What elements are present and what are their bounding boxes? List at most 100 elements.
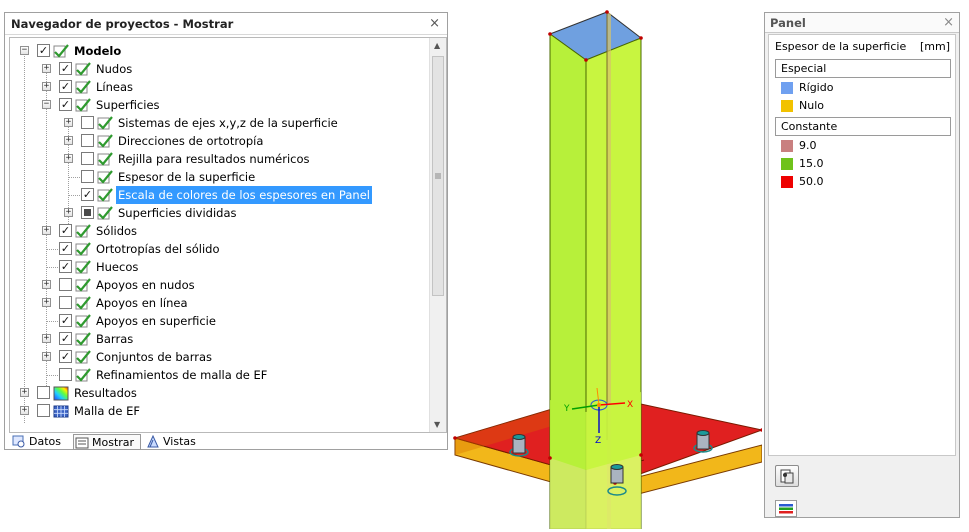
checkbox-checked[interactable]: ✓ [59, 242, 72, 255]
column-below-left [550, 458, 586, 529]
checkbox-checked[interactable]: ✓ [59, 332, 72, 345]
expand-icon[interactable]: + [42, 352, 51, 361]
checkbox-unchecked[interactable] [59, 368, 72, 381]
tree-connector [46, 249, 58, 250]
panel-window: Panel × Espesor de la superficie [mm] Es… [764, 12, 960, 518]
grid-icon [97, 152, 113, 166]
scroll-thumb[interactable] [432, 56, 444, 296]
tab-vistas[interactable]: Vistas [145, 434, 205, 450]
expand-icon[interactable]: + [42, 280, 51, 289]
views-tab-icon [147, 435, 159, 448]
axis-z-label: Z [595, 436, 601, 446]
tree-item-label: Ortotropías del sólido [96, 242, 220, 256]
legend-swatch [781, 176, 793, 188]
checkbox-checked[interactable]: ✓ [59, 224, 72, 237]
navigator-close-icon[interactable]: × [429, 16, 440, 31]
panel-titlebar: Panel × [765, 13, 959, 33]
tree-item-label: Espesor de la superficie [118, 170, 256, 184]
divided-surfaces-icon [97, 206, 113, 220]
checkbox-unchecked[interactable] [59, 296, 72, 309]
legend-label: 50.0 [799, 175, 824, 188]
tab-mostrar[interactable]: Mostrar [73, 434, 141, 450]
surface-support [509, 434, 529, 457]
legend-label: Rígido [799, 81, 834, 94]
tree-item-label: Superficies [96, 98, 160, 112]
expand-icon[interactable]: + [42, 226, 51, 235]
member-sets-icon [75, 350, 91, 364]
tab-datos[interactable]: Datos [11, 434, 69, 450]
members-icon [75, 332, 91, 346]
legend-label: Nulo [799, 99, 824, 112]
checkbox-checked[interactable]: ✓ [37, 44, 50, 57]
checkbox-checked[interactable]: ✓ [59, 80, 72, 93]
color-scale-tab-icon [779, 504, 793, 514]
checkbox-checked[interactable]: ✓ [59, 260, 72, 273]
results-icon [53, 386, 69, 401]
scroll-down-icon[interactable]: ▼ [434, 420, 440, 429]
tree-item-label: Sistemas de ejes x,y,z de la superficie [118, 116, 338, 130]
nodes-icon [75, 62, 91, 76]
line-supports-icon [75, 296, 91, 310]
openings-icon [75, 260, 91, 274]
panel-heading: Espesor de la superficie [775, 40, 907, 53]
mesh-icon [53, 405, 69, 418]
expand-icon[interactable]: + [64, 154, 73, 163]
legend-label: 9.0 [799, 139, 817, 152]
navigator-title: Navegador de proyectos - Mostrar [11, 17, 234, 31]
expand-icon[interactable]: + [42, 82, 51, 91]
tree-item-label: Malla de EF [74, 404, 140, 418]
navigator-scrollbar[interactable]: ▲ ▼ [429, 38, 446, 432]
surface-support [693, 430, 713, 453]
panel-unit: [mm] [919, 40, 950, 53]
model-3d-view[interactable]: X Y Z [449, 0, 764, 530]
collapse-icon[interactable]: − [20, 46, 29, 55]
expand-icon[interactable]: + [64, 208, 73, 217]
axis-x-label: X [627, 400, 633, 410]
checkbox-unchecked[interactable] [37, 404, 50, 417]
tree-item-label: Refinamientos de malla de EF [96, 368, 268, 382]
checkbox-checked[interactable]: ✓ [81, 188, 94, 201]
tree-connector [46, 321, 58, 322]
legend-label: 15.0 [799, 157, 824, 170]
legend-group-especial: Especial [775, 59, 951, 78]
tree-item-label: Apoyos en nudos [96, 278, 195, 292]
checkbox-unchecked[interactable] [59, 278, 72, 291]
expand-icon[interactable]: + [42, 334, 51, 343]
tab-label: Vistas [163, 435, 196, 448]
tab-label: Datos [29, 435, 61, 448]
checkbox-checked[interactable]: ✓ [59, 314, 72, 327]
expand-icon[interactable]: + [64, 118, 73, 127]
tree-item-label: Superficies divididas [118, 206, 237, 220]
panel-color-tab[interactable] [775, 500, 797, 517]
expand-icon[interactable]: + [42, 298, 51, 307]
expand-icon[interactable]: + [20, 406, 29, 415]
panel-close-icon[interactable]: × [943, 15, 954, 30]
checkbox-unchecked[interactable] [81, 152, 94, 165]
expand-icon[interactable]: + [20, 388, 29, 397]
tree-item-label: Huecos [96, 260, 139, 274]
scroll-up-icon[interactable]: ▲ [434, 41, 440, 50]
tree-item-label: Escala de colores de los espesores en Pa… [116, 186, 372, 204]
checkbox-checked[interactable]: ✓ [59, 98, 72, 111]
checkbox-unchecked[interactable] [81, 170, 94, 183]
checkbox-unchecked[interactable] [81, 134, 94, 147]
navigator-tree: − ✓ Modelo + ✓ Nudos + ✓ Líneas − ✓ Supe… [9, 37, 447, 433]
expand-icon[interactable]: + [64, 136, 73, 145]
tree-item-label: Líneas [96, 80, 134, 94]
data-tab-icon [12, 435, 25, 448]
color-scale-icon [97, 188, 113, 202]
checkbox-checked[interactable]: ✓ [59, 350, 72, 363]
mesh-refinement-icon [75, 368, 91, 382]
checkbox-unchecked[interactable] [37, 386, 50, 399]
expand-icon[interactable]: + [42, 64, 51, 73]
panel-settings-button[interactable] [775, 465, 799, 487]
collapse-icon[interactable]: − [42, 100, 51, 109]
checkbox-unchecked[interactable] [81, 116, 94, 129]
tree-item-label: Resultados [74, 386, 137, 400]
legend-swatch [781, 100, 793, 112]
checkbox-checked[interactable]: ✓ [59, 62, 72, 75]
checkbox-partial[interactable] [81, 206, 94, 219]
tree-item-label: Conjuntos de barras [96, 350, 212, 364]
tree-item-label: Modelo [74, 44, 122, 58]
surface-supports-icon [75, 314, 91, 328]
